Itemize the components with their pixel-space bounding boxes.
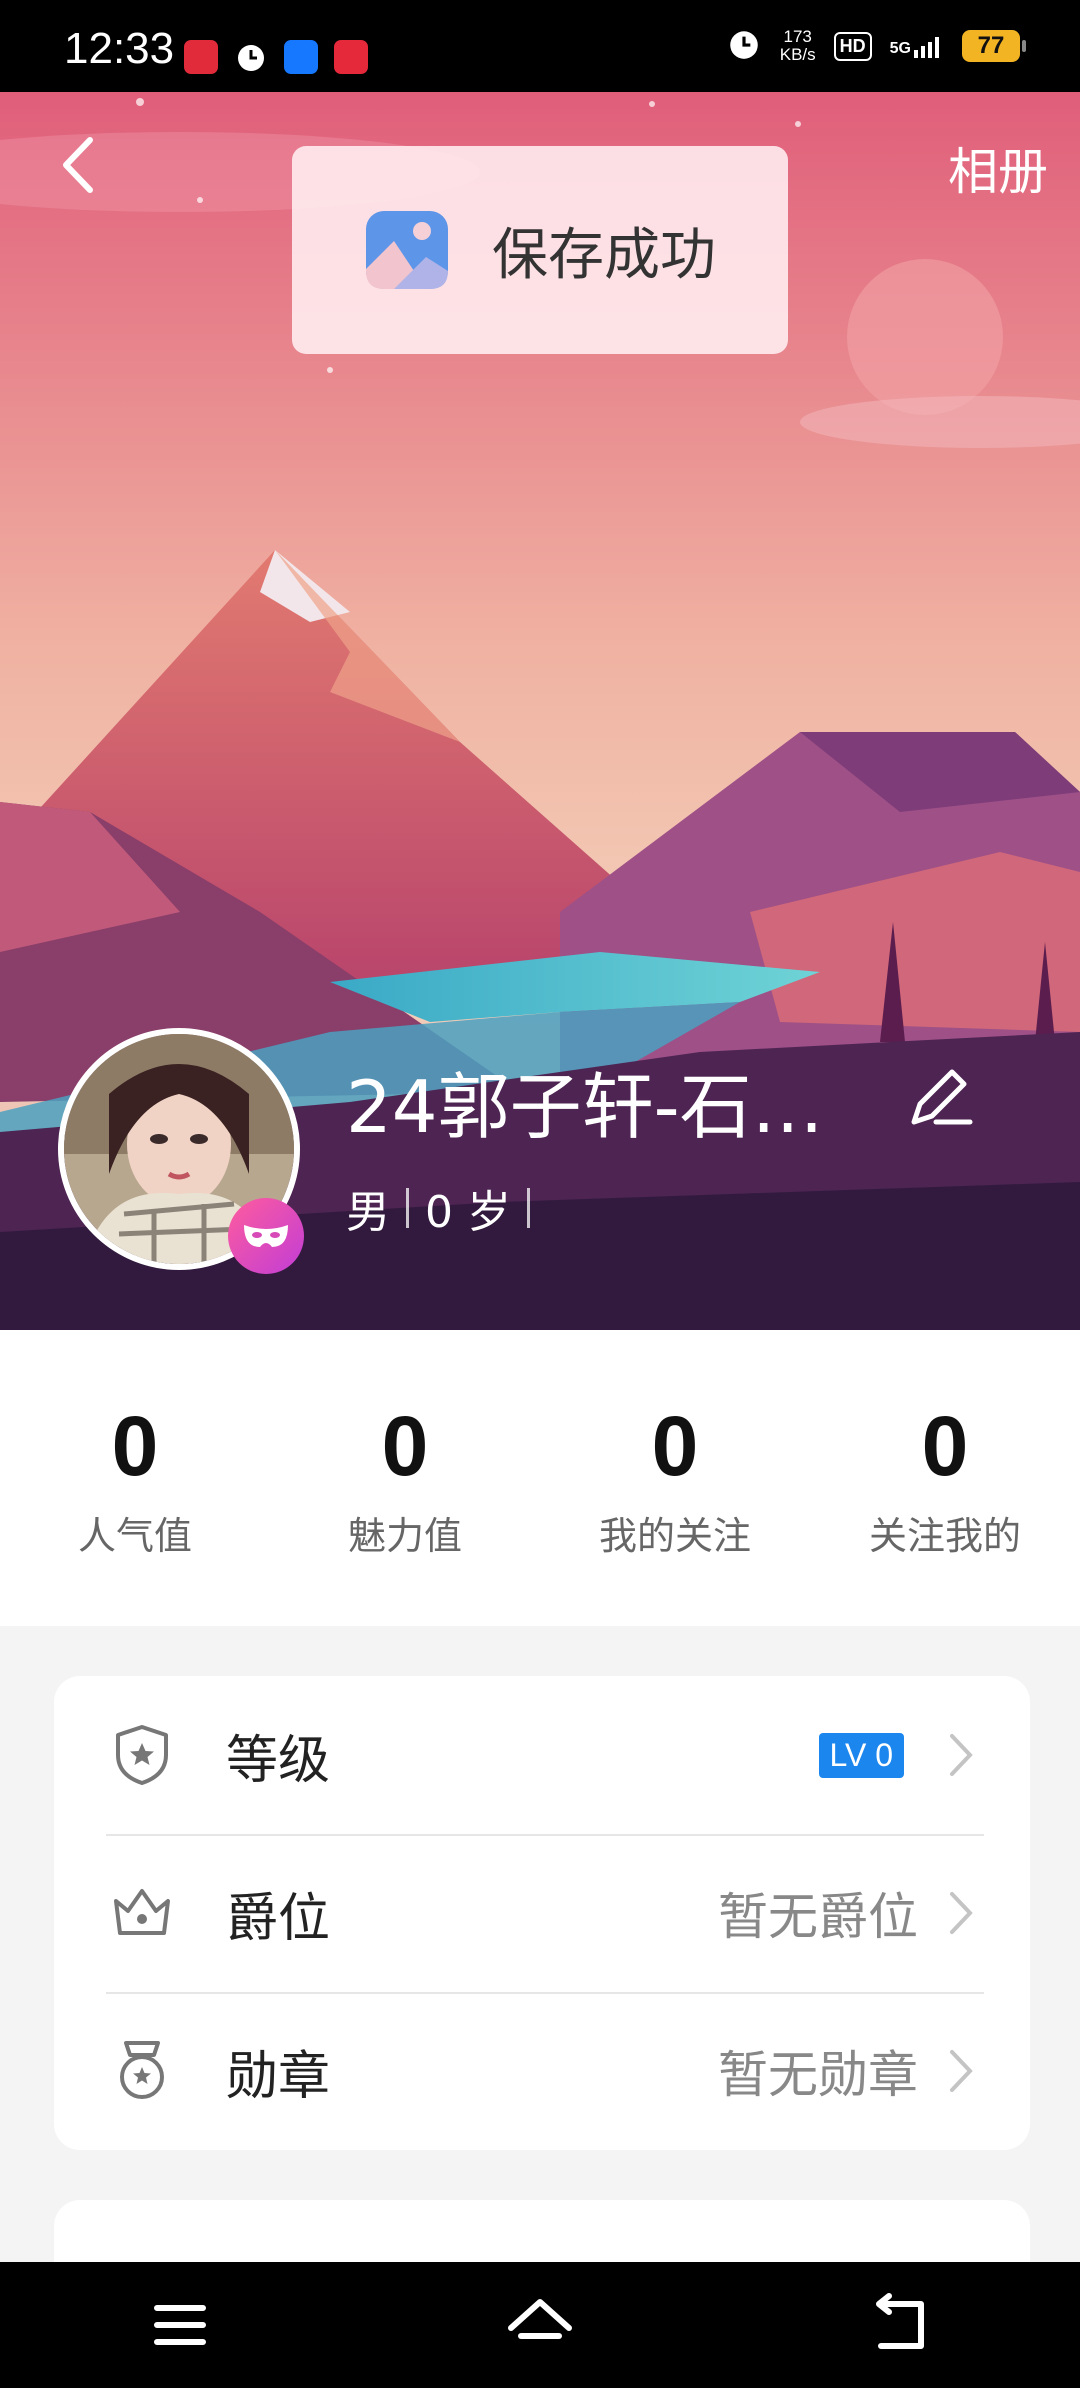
chevron-right-icon [950, 2050, 973, 2092]
stat-label: 我的关注 [598, 1514, 751, 1558]
chevron-right-icon [950, 1734, 973, 1776]
network-type: 5G [889, 40, 911, 57]
stat-following[interactable]: 0 我的关注 [540, 1330, 810, 1626]
status-bar: 12:33 173 KB/s HD 5G 77 [0, 0, 1080, 92]
net-speed-unit: KB/s [779, 45, 816, 64]
alipay-icon [284, 40, 318, 74]
stat-charm[interactable]: 0 魅力值 [270, 1330, 540, 1626]
net-speed-value: 173 [783, 27, 812, 46]
profile-menu-card: 等级 LV 0 爵位 暂无爵位 勋章 暂无勋章 [54, 1676, 1030, 2150]
hd-icon: HD [833, 31, 872, 61]
menu-icon[interactable] [145, 2290, 215, 2360]
system-nav-bar [0, 2262, 1080, 2388]
signal-icon: 5G [890, 34, 944, 58]
battery-icon: 77 [962, 30, 1026, 62]
chevron-right-icon [950, 1892, 973, 1934]
gender-label: 男 [346, 1187, 390, 1238]
menu-value: 暂无爵位 [718, 1888, 918, 1946]
status-time: 12:33 [64, 24, 175, 73]
age-label: 0 岁 [425, 1187, 511, 1238]
stat-label: 关注我的 [868, 1514, 1021, 1558]
menu-row-level[interactable]: 等级 LV 0 [54, 1676, 1030, 1834]
stat-value: 0 [111, 1399, 159, 1493]
medal-icon [120, 2041, 164, 2099]
pencil-icon[interactable] [906, 1060, 976, 1130]
stats-bar: 0 人气值 0 魅力值 0 我的关注 0 关注我的 [0, 1330, 1080, 1626]
stat-value: 0 [651, 1399, 699, 1493]
divider [526, 1188, 530, 1228]
menu-label: 勋章 [226, 2046, 331, 2107]
stat-followers[interactable]: 0 关注我的 [810, 1330, 1080, 1626]
crown-icon [114, 1889, 170, 1935]
home-icon[interactable] [505, 2290, 575, 2360]
back-arrow-icon[interactable] [52, 130, 112, 200]
gift-app-icon [334, 40, 368, 74]
stat-popularity[interactable]: 0 人气值 [0, 1330, 270, 1626]
app-icon [184, 40, 218, 74]
username: 24郭子轩-石… [346, 1065, 824, 1149]
gallery-icon [366, 211, 448, 289]
menu-row-title[interactable]: 爵位 暂无爵位 [54, 1834, 1030, 1992]
stat-label: 人气值 [77, 1514, 192, 1558]
divider [406, 1188, 409, 1228]
mask-icon [228, 1198, 304, 1274]
toast-message: 保存成功 [492, 222, 716, 288]
profile-meta: 男 0 岁 [346, 1176, 530, 1240]
album-button[interactable]: 相册 [948, 132, 1048, 204]
alarm-icon [234, 40, 268, 74]
net-speed: 173 KB/s [780, 28, 816, 64]
menu-value: 暂无勋章 [718, 2046, 918, 2104]
shield-star-icon [116, 1725, 168, 1785]
menu-label: 等级 [226, 1730, 331, 1791]
stat-value: 0 [921, 1399, 969, 1493]
stat-label: 魅力值 [347, 1514, 462, 1558]
level-badge: LV 0 [818, 1732, 904, 1778]
stat-value: 0 [381, 1399, 429, 1493]
save-success-toast: 保存成功 [292, 146, 788, 354]
menu-row-medal[interactable]: 勋章 暂无勋章 [54, 1992, 1030, 2150]
back-icon[interactable] [865, 2290, 935, 2360]
alarm-icon [726, 26, 762, 66]
menu-label: 爵位 [226, 1888, 331, 1949]
